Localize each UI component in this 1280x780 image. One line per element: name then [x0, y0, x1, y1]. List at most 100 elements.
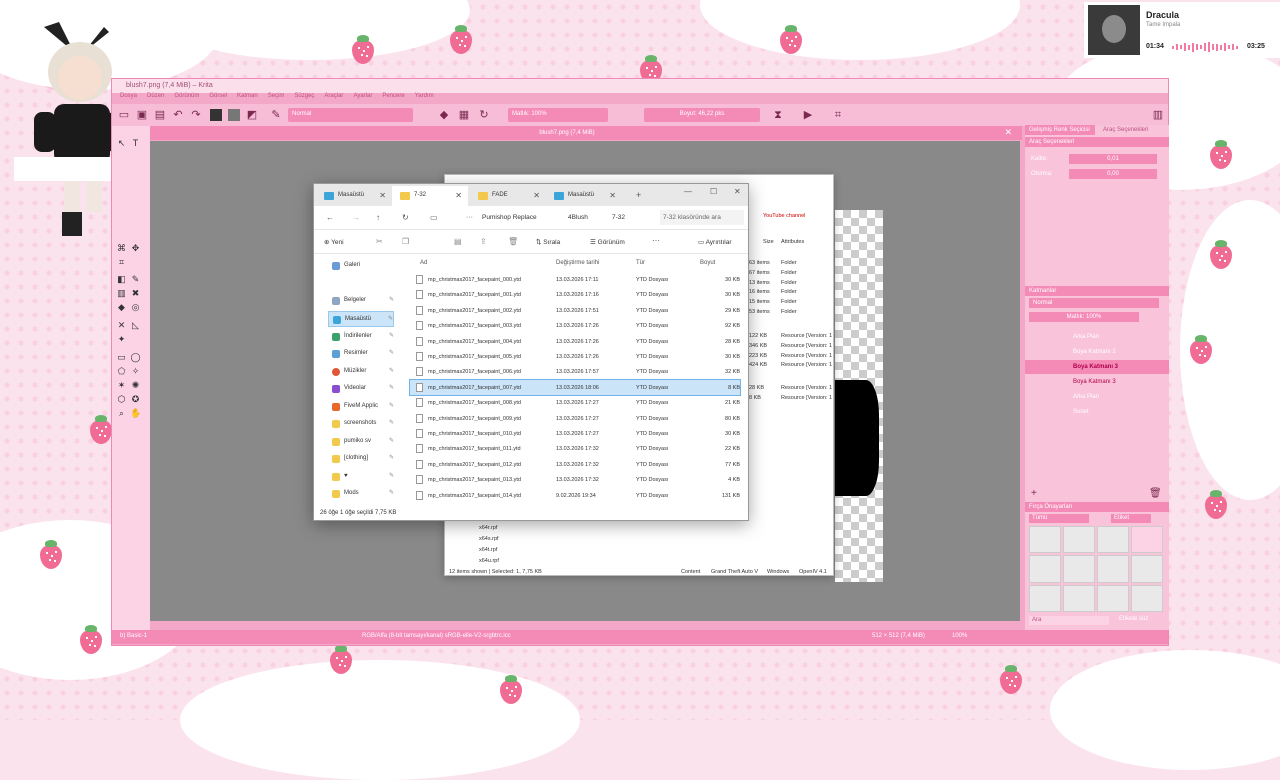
up-icon[interactable]: ↑	[376, 213, 380, 222]
file-row[interactable]: mp_christmas2017_facepaint_008.ytd 13.03.…	[410, 395, 740, 410]
file-row[interactable]: mp_christmas2017_facepaint_006.ytd 13.03.…	[410, 364, 740, 379]
zoom-tool-icon[interactable]: ⌕	[116, 408, 127, 419]
tab-desktop-2[interactable]: Masaüstü ✕	[546, 186, 622, 206]
rect-select-icon[interactable]: ▭	[116, 352, 127, 363]
file-row[interactable]: mp_christmas2017_facepaint_014.ytd 9.02.2…	[410, 488, 740, 503]
close-icon[interactable]: ✕	[379, 191, 386, 200]
fill-tool-icon[interactable]: ◧	[116, 274, 127, 285]
column-date[interactable]: Değiştirme tarihi	[556, 260, 599, 266]
paint-bucket-icon[interactable]: ◆	[116, 302, 127, 313]
youtube-link[interactable]: YouTube channel	[763, 213, 805, 219]
more-path-icon[interactable]: ···	[466, 214, 473, 221]
file-row[interactable]: mp_christmas2017_facepaint_000.ytd 13.03.…	[410, 272, 740, 287]
brush-preset[interactable]	[1029, 584, 1061, 612]
pin-icon[interactable]: ✎	[389, 384, 394, 391]
contiguous-select-icon[interactable]: ✶	[116, 380, 127, 391]
file-row[interactable]: mp_christmas2017_facepaint_012.ytd 13.03.…	[410, 457, 740, 472]
nav-item-documents[interactable]: Belgeler ✎	[328, 293, 394, 309]
text-tool-icon[interactable]: T	[130, 138, 141, 149]
breadcrumb-item[interactable]: Pumishop Replace	[482, 214, 537, 221]
tag-filter-checkbox[interactable]: Etikete süz	[1119, 616, 1167, 625]
pin-icon[interactable]: ✎	[389, 332, 394, 339]
redo-icon[interactable]: ↷	[190, 109, 202, 121]
magnetic-select-icon[interactable]: ✪	[130, 394, 141, 405]
delete-icon[interactable]: 🗑	[508, 237, 518, 246]
select-tool-icon[interactable]: ↖	[116, 138, 127, 149]
rpf-file[interactable]: x64s.rpf	[479, 536, 499, 542]
eraser-icon[interactable]: ◆	[438, 109, 450, 121]
nav-item-pictures[interactable]: Resimler ✎	[328, 346, 394, 362]
close-icon[interactable]: ✕	[1004, 127, 1012, 138]
layer-row[interactable]: Arka Plan	[1025, 330, 1169, 344]
reference-tool-icon[interactable]: ✦	[116, 334, 127, 345]
size-slider[interactable]: Boyut: 46,22 pks	[644, 108, 760, 122]
nav-item-mods[interactable]: Mods ✎	[328, 486, 394, 502]
refresh-icon[interactable]: ↻	[402, 213, 409, 222]
brush-filter[interactable]: Etiket	[1111, 514, 1151, 523]
pin-icon[interactable]: ✎	[389, 489, 394, 496]
nav-item-desktop[interactable]: Masaüstü ✎	[328, 311, 394, 327]
menu-item[interactable]: Ayarlar	[353, 93, 372, 103]
menu-item[interactable]: Görünüm	[174, 93, 199, 103]
pin-icon[interactable]: ✎	[389, 349, 394, 356]
crop-tool-icon[interactable]: ⌗	[116, 257, 127, 268]
gradient-icon[interactable]	[210, 109, 222, 121]
file-row[interactable]: mp_christmas2017_facepaint_007.ytd 13.03.…	[409, 378, 741, 396]
picker-tool-icon[interactable]: ✎	[130, 274, 141, 285]
free-select-icon[interactable]: ✧	[130, 366, 141, 377]
similar-select-icon[interactable]: ✺	[130, 380, 141, 391]
close-icon[interactable]: ✕	[455, 191, 462, 200]
nav-item-gallery[interactable]: Galeri	[328, 258, 394, 274]
brush-preset[interactable]	[1131, 555, 1163, 583]
move-tool-icon[interactable]: ✥	[130, 243, 141, 254]
blend-mode-select[interactable]: Normal	[288, 108, 413, 122]
new-file-icon[interactable]: ▭	[118, 109, 130, 121]
tool-option-slider[interactable]: 0,01	[1069, 154, 1157, 164]
share-icon[interactable]: ⇪	[480, 237, 487, 246]
file-row[interactable]: mp_christmas2017_facepaint_003.ytd 13.03.…	[410, 318, 740, 333]
transform-tool-icon[interactable]: ⌘	[116, 243, 127, 254]
assistant-tool-icon[interactable]: ✕	[116, 320, 127, 331]
brush-preset[interactable]	[1063, 526, 1095, 554]
brush-preset[interactable]	[1097, 584, 1129, 612]
pin-icon[interactable]: ✎	[389, 454, 394, 461]
pin-icon[interactable]: ✎	[389, 472, 394, 479]
breadcrumb-item[interactable]: 7-32	[612, 214, 625, 221]
brush-preset[interactable]	[1063, 584, 1095, 612]
undo-icon[interactable]: ↶	[172, 109, 184, 121]
open-file-icon[interactable]: ▣	[136, 109, 148, 121]
brush-preset[interactable]	[1063, 555, 1095, 583]
menu-item[interactable]: Araçlar	[324, 93, 343, 103]
layer-row[interactable]: Sunet	[1025, 405, 1169, 419]
layer-opacity-slider[interactable]: Matlık: 100%	[1029, 312, 1139, 322]
alpha-lock-icon[interactable]: ▦	[458, 109, 470, 121]
search-input[interactable]: 7-32 klasöründe ara	[660, 210, 744, 225]
tab-color-selector[interactable]: Gelişmiş Renk Seçicisi	[1025, 125, 1095, 135]
menu-item[interactable]: Görsel	[209, 93, 227, 103]
layer-row[interactable]: Arka Plan	[1025, 390, 1169, 404]
menu-item[interactable]: Seçim	[268, 93, 285, 103]
pin-icon[interactable]: ✎	[389, 367, 394, 374]
pin-icon[interactable]: ✎	[389, 437, 394, 444]
flip-icon[interactable]: ▶	[802, 109, 814, 121]
smart-patch-icon[interactable]: ✖	[130, 288, 141, 299]
panel-toggle-icon[interactable]: ▥	[1152, 109, 1164, 121]
measure-tool-icon[interactable]: ◺	[130, 320, 141, 331]
pin-icon[interactable]: ✎	[389, 419, 394, 426]
poly-select-icon[interactable]: ⬠	[116, 366, 127, 377]
nav-item-music[interactable]: Müzikler ✎	[328, 364, 394, 380]
gradient-tool-icon[interactable]: ▥	[116, 288, 127, 299]
menu-item[interactable]: Süzgeç	[294, 93, 314, 103]
brush-preset[interactable]	[1131, 584, 1163, 612]
nav-item-screenshots[interactable]: screenshots ✎	[328, 416, 394, 432]
view-button[interactable]: ☰ Görünüm	[590, 238, 625, 246]
pin-icon[interactable]: ✎	[388, 315, 393, 322]
cut-icon[interactable]: ✂	[376, 237, 383, 246]
tool-option-slider[interactable]: 0,00	[1069, 169, 1157, 179]
menu-item[interactable]: Dosya	[120, 93, 137, 103]
brush-tag-select[interactable]: Tümü	[1029, 514, 1089, 523]
pan-tool-icon[interactable]: ✋	[130, 408, 141, 419]
tab-7-32[interactable]: 7-32 ✕	[392, 186, 468, 206]
mirror-icon[interactable]: ⧗	[772, 109, 784, 121]
pin-icon[interactable]: ✎	[389, 402, 394, 409]
